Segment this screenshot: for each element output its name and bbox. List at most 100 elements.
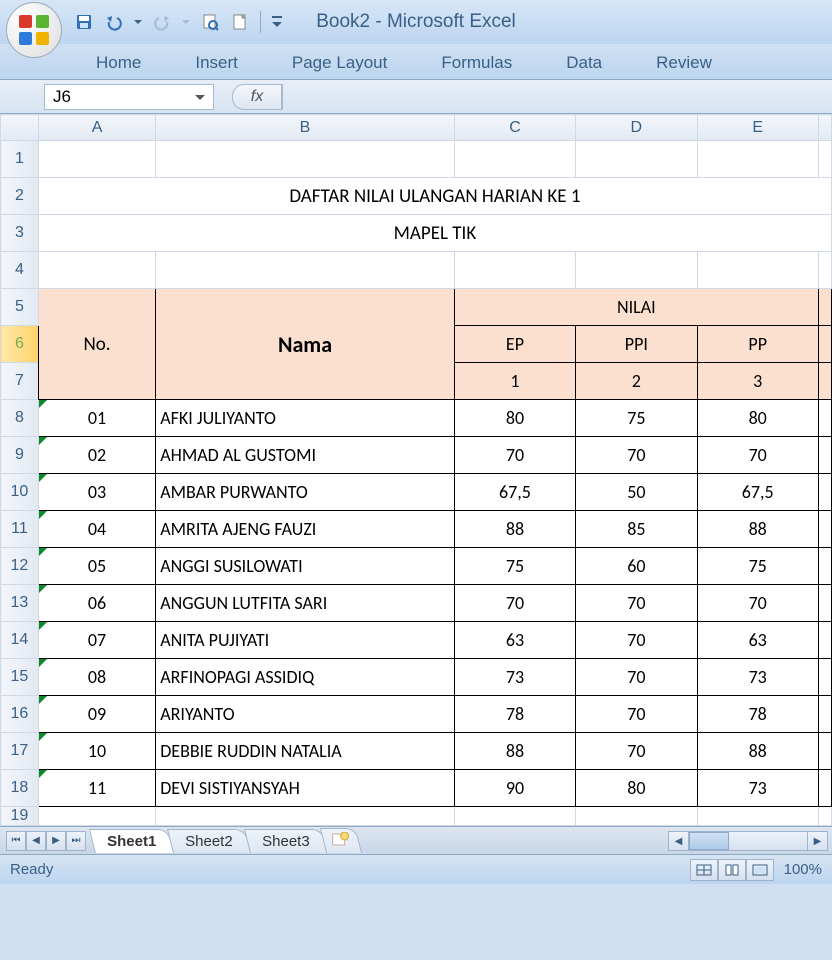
sheet-nav-first[interactable]: ⏮ [6,831,26,851]
cell-ppi[interactable]: 75 [576,400,697,437]
ribbon-tab-insert[interactable]: Insert [171,47,262,79]
row-header-1[interactable]: 1 [1,141,39,178]
ribbon-tab-pagelayout[interactable]: Page Layout [268,47,411,79]
view-page-break[interactable] [746,859,774,881]
formula-bar[interactable] [282,84,283,110]
cell-partial[interactable] [818,326,831,363]
redo-button[interactable] [150,10,174,34]
row-header-3[interactable]: 3 [1,215,39,252]
cell-no[interactable]: 01 [38,400,155,437]
insert-function-button[interactable]: fx [232,84,282,110]
cell[interactable] [38,252,155,289]
cell-pp[interactable]: 75 [697,548,818,585]
view-normal[interactable] [690,859,718,881]
cell-no[interactable]: 08 [38,659,155,696]
cell-ppi[interactable]: 70 [576,622,697,659]
sheet-nav-last[interactable]: ⏭ [66,831,86,851]
row-header-13[interactable]: 13 [1,585,39,622]
sheet-nav-next[interactable]: ▶ [46,831,66,851]
zoom-value[interactable]: 100% [784,861,822,878]
row-header-15[interactable]: 15 [1,659,39,696]
redo-dropdown[interactable] [180,18,192,26]
cell[interactable] [454,807,575,826]
title-daftar[interactable]: DAFTAR NILAI ULANGAN HARIAN KE 1 [38,178,831,215]
ribbon-tab-review[interactable]: Review [632,47,736,79]
ribbon-tab-formulas[interactable]: Formulas [417,47,536,79]
cell[interactable] [156,141,455,178]
hdr-nama[interactable]: Nama [156,289,455,400]
cell[interactable] [818,141,831,178]
cell-ep[interactable]: 70 [454,585,575,622]
row-header-2[interactable]: 2 [1,178,39,215]
cell-nama[interactable]: AFKI JULIYANTO [156,400,455,437]
cell-pp[interactable]: 73 [697,659,818,696]
cell-pp[interactable]: 80 [697,400,818,437]
hdr-ppi[interactable]: PPI [576,326,697,363]
cell-ep[interactable]: 88 [454,511,575,548]
cell-nama[interactable]: ARFINOPAGI ASSIDIQ [156,659,455,696]
undo-dropdown[interactable] [132,18,144,26]
cell-ep[interactable]: 67,5 [454,474,575,511]
row-header-14[interactable]: 14 [1,622,39,659]
cell-nama[interactable]: ANGGI SUSILOWATI [156,548,455,585]
cell-ep[interactable]: 70 [454,437,575,474]
hdr-col3[interactable]: 3 [697,363,818,400]
cell-ppi[interactable]: 80 [576,770,697,807]
col-header-C[interactable]: C [454,115,575,141]
cell[interactable] [697,252,818,289]
row-header-19[interactable]: 19 [1,807,39,826]
cell-partial[interactable] [818,474,831,511]
cell-partial[interactable] [818,511,831,548]
row-header-11[interactable]: 11 [1,511,39,548]
cell-nama[interactable]: DEBBIE RUDDIN NATALIA [156,733,455,770]
cell-pp[interactable]: 78 [697,696,818,733]
cell-pp[interactable]: 70 [697,585,818,622]
cell-ep[interactable]: 80 [454,400,575,437]
cell[interactable] [576,252,697,289]
cell-ep[interactable]: 73 [454,659,575,696]
cell-nama[interactable]: AHMAD AL GUSTOMI [156,437,455,474]
hscroll-right[interactable]: ▶ [807,832,827,850]
cell[interactable] [697,807,818,826]
cell-ep[interactable]: 75 [454,548,575,585]
cell-partial[interactable] [818,733,831,770]
cell[interactable] [38,807,155,826]
cell[interactable] [818,252,831,289]
cell-partial[interactable] [818,585,831,622]
cell-nama[interactable]: DEVI SISTIYANSYAH [156,770,455,807]
row-header-16[interactable]: 16 [1,696,39,733]
cell-partial[interactable] [818,696,831,733]
cell-ppi[interactable]: 70 [576,733,697,770]
hdr-col2[interactable]: 2 [576,363,697,400]
horizontal-scrollbar[interactable]: ◀ ▶ [668,831,828,851]
sheet-nav-prev[interactable]: ◀ [26,831,46,851]
row-header-17[interactable]: 17 [1,733,39,770]
row-header-9[interactable]: 9 [1,437,39,474]
cell-pp[interactable]: 70 [697,437,818,474]
view-page-layout[interactable] [718,859,746,881]
cell-no[interactable]: 11 [38,770,155,807]
cell-no[interactable]: 05 [38,548,155,585]
cell-nama[interactable]: ANITA PUJIYATI [156,622,455,659]
row-header-5[interactable]: 5 [1,289,39,326]
cell[interactable] [156,807,455,826]
title-mapel[interactable]: MAPEL TIK [38,215,831,252]
cell-ppi[interactable]: 70 [576,659,697,696]
chevron-down-icon[interactable] [191,88,209,106]
cell-partial[interactable] [818,770,831,807]
hscroll-thumb[interactable] [689,832,729,850]
ribbon-tab-home[interactable]: Home [72,47,165,79]
sheet-tab-3[interactable]: Sheet3 [244,829,328,853]
hdr-ep[interactable]: EP [454,326,575,363]
cell[interactable] [576,807,697,826]
cell[interactable] [697,141,818,178]
cell-no[interactable]: 03 [38,474,155,511]
new-sheet-button[interactable] [320,828,362,853]
cell[interactable] [818,807,831,826]
cell-pp[interactable]: 88 [697,733,818,770]
cell-ep[interactable]: 90 [454,770,575,807]
cell-ppi[interactable]: 50 [576,474,697,511]
hdr-no[interactable]: No. [38,289,155,400]
cell-partial[interactable] [818,437,831,474]
cell[interactable] [454,252,575,289]
